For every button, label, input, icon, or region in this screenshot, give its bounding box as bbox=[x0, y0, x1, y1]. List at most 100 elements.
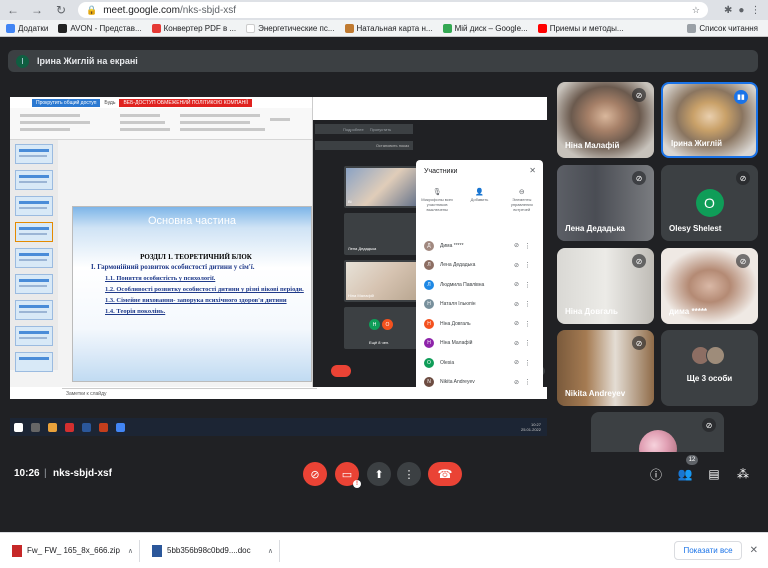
more-icon: ⋮ bbox=[524, 359, 531, 367]
slide-thumbnails[interactable] bbox=[10, 140, 58, 372]
tile-iryna-zhyhlii[interactable]: ▮▮ Ірина Жиглій bbox=[661, 82, 758, 158]
site-icon bbox=[344, 23, 354, 33]
more-icon: ⋮ bbox=[524, 379, 531, 387]
address-bar[interactable]: 🔒 meet.google.com/nks-sbjd-xsf ☆ bbox=[78, 2, 708, 18]
meeting-details-button[interactable]: ⓘ bbox=[648, 466, 664, 482]
search-icon bbox=[31, 422, 40, 432]
list-item: Н Наталя Ільюпін ⊘ ⋮ bbox=[416, 295, 543, 315]
slide-notes: Заметки к слайду bbox=[62, 388, 317, 399]
show-all-button[interactable]: Показати все bbox=[674, 541, 742, 560]
mic-off-icon: ⊘ bbox=[632, 88, 646, 102]
mic-off-icon: ⊘ bbox=[310, 468, 320, 481]
reading-list[interactable]: Список читання bbox=[687, 23, 768, 33]
tile-nina-malafii[interactable]: ⊘ Ніна Малафій bbox=[557, 82, 654, 158]
more-vert-icon: ⋮ bbox=[403, 468, 415, 481]
forward-icon[interactable]: → bbox=[30, 3, 44, 17]
chat-icon: ▤ bbox=[708, 467, 720, 481]
presenter-avatar: І bbox=[16, 54, 29, 68]
bookmark-avon[interactable]: AVON - Представ... bbox=[58, 23, 142, 33]
end-call-button[interactable]: ☎ bbox=[428, 462, 462, 486]
inner-tile-more: НО Ещё 8 чел. bbox=[344, 307, 422, 349]
separator: | bbox=[44, 468, 47, 479]
slide-subitem: 1.3. Сімейне виховання- запорука психічн… bbox=[105, 297, 287, 304]
chrome-icon bbox=[116, 422, 125, 432]
present-button[interactable]: ⬆ bbox=[367, 462, 391, 486]
inner-tile-1: Ві bbox=[344, 166, 422, 208]
close-icon[interactable]: ✕ bbox=[750, 545, 758, 556]
tile-olesy-shelest[interactable]: ⊘ O Olesy Shelest bbox=[661, 165, 758, 241]
participants-actions: 🎙 Микрофоны всех участников выключены 👤 До… bbox=[416, 189, 543, 212]
extensions-icon[interactable]: ✱ bbox=[724, 5, 732, 16]
mic-off-icon: ⊘ bbox=[513, 282, 519, 289]
slide-subitem: 1.2. Особливості розвитку особистості ди… bbox=[105, 286, 304, 293]
explorer-icon bbox=[48, 422, 57, 432]
more-avatars bbox=[690, 346, 725, 365]
camera-toggle-button[interactable]: ▭! bbox=[335, 462, 361, 488]
participants-button[interactable]: 👥 bbox=[677, 466, 693, 482]
mic-off-icon: ⊘ bbox=[736, 171, 750, 185]
bookmark-youtube[interactable]: Приемы и методы... bbox=[537, 23, 624, 33]
apps-grid-icon bbox=[6, 23, 15, 33]
globe-icon bbox=[58, 23, 68, 33]
slide-item-1: І. Гармонійний розвиток особистості дити… bbox=[91, 263, 255, 271]
participants-title: Участники bbox=[424, 168, 458, 175]
activities-button[interactable]: ⁂ bbox=[735, 466, 751, 482]
warning-icon: ! bbox=[353, 480, 361, 488]
pdf-icon bbox=[151, 23, 161, 33]
bookmark-energy[interactable]: Энергетические пс... bbox=[246, 23, 335, 33]
browser-toolbar: ← → ↻ 🔒 meet.google.com/nks-sbjd-xsf ☆ ✱… bbox=[0, 0, 768, 20]
mic-off-icon: ⊘ bbox=[513, 262, 519, 269]
more-icon: ⋮ bbox=[524, 242, 531, 250]
chevron-up-icon[interactable]: ∧ bbox=[268, 547, 273, 555]
tile-lena-dedadka[interactable]: ⊘ Лена Дедадька bbox=[557, 165, 654, 241]
mic-off-icon: ⊘ bbox=[513, 243, 519, 250]
reload-icon[interactable]: ↻ bbox=[54, 3, 68, 17]
bookmark-drive[interactable]: Мій диск – Google... bbox=[442, 23, 528, 33]
word-icon bbox=[82, 422, 91, 432]
slide-body: РОЗДІЛ 1. ТЕОРЕТИЧНИЙ БЛОК І. Гармонійни… bbox=[85, 253, 307, 316]
star-icon[interactable]: ☆ bbox=[692, 5, 700, 16]
present-icon: ⬆ bbox=[374, 468, 384, 481]
bookmark-apps[interactable]: Додатки bbox=[6, 23, 48, 33]
slide-subitem: 1.1. Поняття особистість у психології. bbox=[105, 275, 216, 282]
drive-icon bbox=[442, 23, 452, 33]
more-options-button[interactable]: ⋮ bbox=[397, 462, 421, 486]
list-item: Д Дима ***** ⊘ ⋮ bbox=[416, 236, 543, 256]
powerpoint-icon bbox=[99, 422, 108, 432]
activities-icon: ⁂ bbox=[737, 467, 749, 481]
back-icon[interactable]: ← bbox=[6, 3, 20, 17]
ppt-share-tab: Прокрутить общий доступ bbox=[32, 98, 101, 107]
mic-off-icon: ⊘ bbox=[702, 418, 716, 432]
more-icon: ⋮ bbox=[524, 301, 531, 309]
bookmark-pdf[interactable]: Конвертер PDF в ... bbox=[151, 23, 236, 33]
bookmark-natal[interactable]: Натальная карта н... bbox=[344, 23, 433, 33]
toggle-icon: ⊖ bbox=[518, 189, 525, 196]
windows-icon bbox=[14, 422, 23, 432]
tile-dyma[interactable]: ⊘ дима ***** bbox=[661, 248, 758, 324]
more-icon: ⋮ bbox=[524, 320, 531, 328]
list-item: Л Лена Дедадька ⊘ ⋮ bbox=[416, 256, 543, 276]
menu-icon[interactable]: ⋮ bbox=[750, 5, 760, 16]
list-item: O Olesia ⊘ ⋮ bbox=[416, 353, 543, 373]
tile-nina-dovhal[interactable]: ⊘ Ніна Довгаль bbox=[557, 248, 654, 324]
mic-toggle-button[interactable]: ⊘ bbox=[303, 462, 327, 486]
chevron-up-icon[interactable]: ∧ bbox=[128, 547, 133, 555]
inner-stop-presenting: Остановить показ bbox=[315, 141, 413, 150]
tile-nikita-andreyev[interactable]: ⊘ Nikita Andreyev bbox=[557, 330, 654, 406]
download-item[interactable]: Fw_ FW_ 165_8x_666.zip ∧ bbox=[12, 539, 140, 562]
current-slide: Основна частина РОЗДІЛ 1. ТЕОРЕТИЧНИЙ БЛ… bbox=[72, 206, 312, 382]
bookmarks-bar: Додатки AVON - Представ... Конвертер PDF… bbox=[0, 20, 768, 37]
ppt-tabs: Прокрутить общий доступ Будь ВЕБ-ДОСТУП … bbox=[10, 97, 312, 108]
tile-more-people[interactable]: Ще 3 особи bbox=[661, 330, 758, 406]
url-text: meet.google.com/nks-sbjd-xsf bbox=[103, 4, 237, 16]
slide-title: Основна частина bbox=[147, 215, 237, 227]
youtube-icon bbox=[537, 23, 547, 33]
camera-off-icon: ▭ bbox=[341, 468, 353, 481]
chat-button[interactable]: ▤ bbox=[706, 466, 722, 482]
zip-file-icon bbox=[12, 544, 22, 557]
mic-off-icon: ⊘ bbox=[632, 336, 646, 350]
profile-icon[interactable]: ● bbox=[738, 5, 744, 16]
download-item[interactable]: 5bb356b98c0bd9....doc ∧ bbox=[152, 539, 280, 562]
slide-heading: РОЗДІЛ 1. ТЕОРЕТИЧНИЙ БЛОК bbox=[140, 253, 252, 261]
meeting-time: 10:26 bbox=[14, 468, 40, 479]
